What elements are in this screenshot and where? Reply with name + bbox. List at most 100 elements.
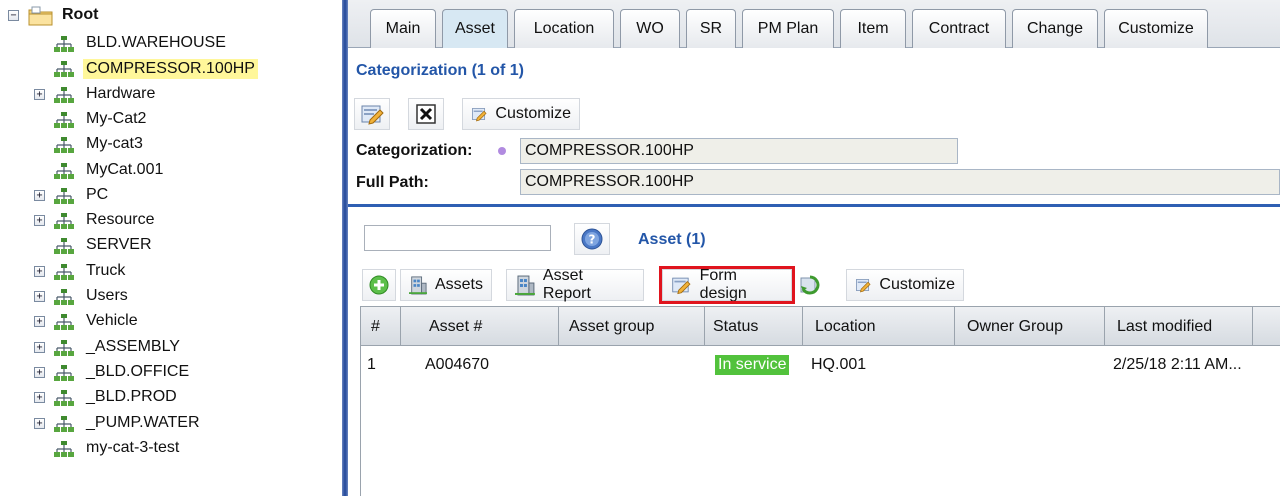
category-hierarchy-icon xyxy=(54,111,74,128)
expand-icon[interactable]: + xyxy=(34,392,45,404)
section-separator xyxy=(348,204,1280,207)
tab-change[interactable]: Change xyxy=(1012,9,1098,48)
tree-item[interactable]: My-cat3 xyxy=(0,133,340,157)
expand-icon[interactable]: + xyxy=(34,417,45,429)
detail-pane: Main Asset Location WO SR PM Plan Item C… xyxy=(348,0,1280,496)
tree-item[interactable]: SERVER xyxy=(0,234,340,258)
building-icon xyxy=(409,276,427,295)
asset-search-input[interactable] xyxy=(364,225,551,251)
tab-pm-plan[interactable]: PM Plan xyxy=(742,9,834,48)
category-hierarchy-icon xyxy=(54,137,74,154)
tree-item[interactable]: + _BLD.PROD xyxy=(0,386,340,410)
tree-item[interactable]: + _ASSEMBLY xyxy=(0,336,340,360)
category-hierarchy-icon xyxy=(54,339,74,356)
customize-icon xyxy=(472,108,487,122)
cell-owner-group xyxy=(965,354,1095,376)
category-hierarchy-icon xyxy=(54,36,74,52)
tree-item[interactable]: + Hardware xyxy=(0,83,340,107)
asset-customize-button[interactable]: Customize xyxy=(846,269,964,301)
full-path-label: Full Path: xyxy=(356,174,429,191)
tree-item-label: My-cat3 xyxy=(86,135,143,153)
collapse-icon[interactable]: − xyxy=(8,10,19,21)
tree-item-label: Users xyxy=(86,287,128,304)
cell-location: HQ.001 xyxy=(811,356,867,373)
tree-item[interactable]: + Truck xyxy=(0,260,340,284)
delete-button[interactable] xyxy=(408,98,444,130)
tree-item-label: _PUMP.WATER xyxy=(86,413,200,431)
help-icon: ? xyxy=(581,228,603,250)
tree-item-label: _ASSEMBLY xyxy=(86,337,180,355)
add-asset-button[interactable] xyxy=(362,269,396,301)
tab-wo[interactable]: WO xyxy=(620,9,680,48)
tree-item-label: PC xyxy=(86,185,109,203)
building-report-icon xyxy=(515,275,535,296)
assets-button[interactable]: Assets xyxy=(400,269,492,301)
help-button[interactable]: ? xyxy=(574,223,610,255)
tree-item[interactable]: + PC xyxy=(0,184,340,208)
expand-icon[interactable]: + xyxy=(34,291,45,302)
asset-report-button[interactable]: Asset Report xyxy=(506,267,644,302)
tree-item-label: BLD.WAREHOUSE xyxy=(86,34,226,51)
tree-root-label: Root xyxy=(62,6,99,23)
add-icon xyxy=(369,275,389,295)
tree-item[interactable]: + Resource xyxy=(0,209,340,233)
tab-bar: Main Asset Location WO SR PM Plan Item C… xyxy=(348,0,1280,48)
cell-status: In service xyxy=(715,354,805,376)
edit-icon xyxy=(361,105,384,125)
tab-main[interactable]: Main xyxy=(370,9,436,48)
full-path-field[interactable]: COMPRESSOR.100HP xyxy=(520,169,1280,195)
category-hierarchy-icon xyxy=(54,440,74,457)
category-hierarchy-icon xyxy=(54,162,74,179)
tree-item-label: COMPRESSOR.100HP xyxy=(83,59,258,80)
tree-item-label: my-cat-3-test xyxy=(86,438,180,456)
status-badge: In service xyxy=(715,355,790,375)
tree-item[interactable]: My-Cat2 xyxy=(0,108,340,132)
category-hierarchy-icon xyxy=(54,187,74,204)
customize-label: Customize xyxy=(495,105,571,122)
tab-location[interactable]: Location xyxy=(514,9,614,48)
cell-asset-no[interactable]: A004670 xyxy=(425,354,555,376)
tree-root[interactable]: − Root xyxy=(0,4,340,28)
expand-icon[interactable]: + xyxy=(34,265,45,277)
category-tree: − Root BLD.WAREHOUSE COMPRESSOR.100HP + Har… xyxy=(0,0,342,496)
categorization-label: Categorization: xyxy=(356,142,473,159)
tree-item[interactable]: + Vehicle xyxy=(0,310,340,334)
tab-contract[interactable]: Contract xyxy=(912,9,1006,48)
expand-icon[interactable]: + xyxy=(34,189,45,201)
tree-item[interactable]: my-cat-3-test xyxy=(0,437,340,461)
categorization-customize-button[interactable]: Customize xyxy=(462,98,580,130)
category-hierarchy-icon xyxy=(54,390,74,407)
category-hierarchy-icon xyxy=(54,213,74,230)
tab-item[interactable]: Item xyxy=(840,9,906,48)
cell-asset-group xyxy=(569,354,699,376)
tree-item[interactable]: BLD.WAREHOUSE xyxy=(0,32,340,56)
tree-item-label: _BLD.OFFICE xyxy=(86,362,190,380)
expand-icon[interactable]: + xyxy=(34,366,45,378)
tree-item-label: My-Cat2 xyxy=(86,109,147,127)
table-row[interactable]: 1 A004670 In service HQ.001 2/25/18 2:11… xyxy=(361,306,1280,396)
tab-asset[interactable]: Asset xyxy=(442,9,508,48)
tree-item[interactable]: MyCat.001 xyxy=(0,159,340,183)
expand-icon[interactable]: + xyxy=(34,88,45,100)
tree-item-label: Truck xyxy=(86,261,126,279)
category-hierarchy-icon xyxy=(54,289,74,305)
category-hierarchy-icon xyxy=(54,415,74,432)
category-hierarchy-icon xyxy=(54,314,74,331)
tree-item[interactable]: COMPRESSOR.100HP xyxy=(0,57,340,81)
expand-icon[interactable]: + xyxy=(34,316,45,328)
edit-button[interactable] xyxy=(354,98,390,130)
tab-customize[interactable]: Customize xyxy=(1104,9,1208,48)
tree-item[interactable]: + Users xyxy=(0,285,340,309)
category-hierarchy-icon xyxy=(54,86,74,103)
tree-item-label: Resource xyxy=(86,211,155,229)
tree-item[interactable]: + _PUMP.WATER xyxy=(0,412,340,436)
assets-label: Assets xyxy=(434,276,483,293)
tree-item-label: Hardware xyxy=(86,84,156,102)
tree-item[interactable]: + _BLD.OFFICE xyxy=(0,361,340,385)
refresh-icon xyxy=(800,275,820,295)
categorization-field[interactable]: COMPRESSOR.100HP xyxy=(520,138,958,164)
expand-icon[interactable]: + xyxy=(34,341,45,353)
tab-sr[interactable]: SR xyxy=(686,9,736,48)
refresh-button[interactable] xyxy=(794,269,826,301)
expand-icon[interactable]: + xyxy=(34,215,45,227)
